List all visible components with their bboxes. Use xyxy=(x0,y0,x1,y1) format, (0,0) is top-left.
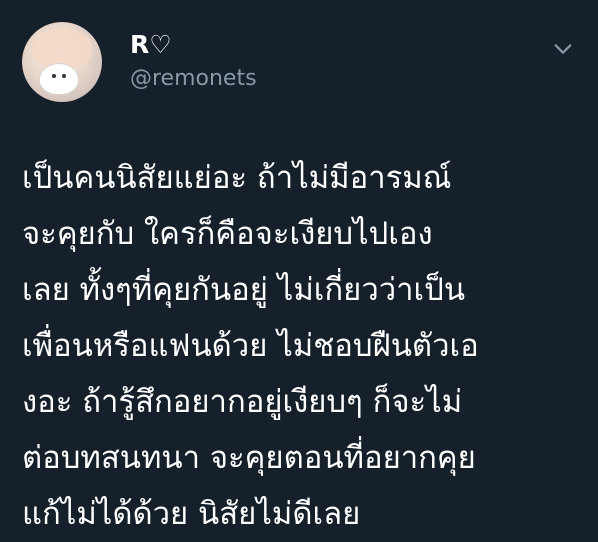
tweet-text-line: ต่อบทสนทนา จะคุยตอนที่อยากคุย xyxy=(22,440,476,476)
chevron-down-icon[interactable] xyxy=(552,38,574,60)
avatar-hair-shape xyxy=(32,28,92,68)
tweet-text-line: เป็นคนนิสัยแย่อะ ถ้าไม่มีอารมณ์ xyxy=(22,160,452,196)
tweet-card: R♡ @remonets เป็นคนนิสัยแย่อะ ถ้าไม่มีอา… xyxy=(0,0,598,542)
user-handle[interactable]: @remonets xyxy=(130,66,257,92)
tweet-text-line: เลย ทั้งๆที่คุยกันอยู่ ไม่เกี่ยวว่าเป็น xyxy=(22,272,466,308)
tweet-text-line: แก้ไม่ได้ด้วย นิสัยไม่ดีเลย xyxy=(22,496,361,532)
avatar[interactable] xyxy=(22,22,102,102)
tweet-text-line: งอะ ถ้ารู้สึกอยากอยู่เงียบๆ ก็จะไม่ xyxy=(22,384,463,420)
tweet-text-line: เพื่อนหรือแฟนด้วย ไม่ชอบฝืนตัวเอ xyxy=(22,328,479,364)
tweet-text: เป็นคนนิสัยแย่อะ ถ้าไม่มีอารมณ์ จะคุยกับ… xyxy=(22,150,582,542)
avatar-pet-shape xyxy=(40,64,78,94)
tweet-text-line: จะคุยกับ ใครก็คือจะเงียบไปเอง xyxy=(22,216,433,252)
display-name[interactable]: R♡ xyxy=(130,30,172,60)
